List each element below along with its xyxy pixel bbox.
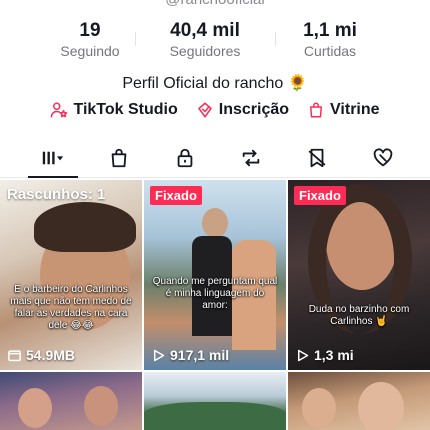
subscription-link[interactable]: Inscrição (196, 101, 289, 119)
video-tile-pinned-1[interactable]: Fixado Quando me perguntam qual é minha … (144, 180, 286, 370)
profile-stats: 19 Seguindo 40,4 mil Seguidores 1,1 mi C… (0, 20, 430, 60)
pinned-badge: Fixado (294, 186, 346, 205)
thumbnail-hair (34, 202, 136, 252)
video-tile[interactable] (0, 372, 142, 430)
thumbnail-subject (18, 388, 52, 428)
tab-liked[interactable] (350, 138, 416, 177)
draft-size: 54.9MB (26, 347, 76, 363)
repost-icon (242, 149, 260, 166)
stat-following-label: Seguindo (60, 43, 120, 59)
tab-shop[interactable] (86, 138, 152, 177)
play-icon (298, 349, 309, 361)
view-count: 1,3 mi (314, 347, 354, 363)
liked-icon (373, 147, 393, 166)
video-grid: Rascunhos: 1 E o barbeiro do Carlinhos m… (0, 180, 430, 430)
videos-grid-icon (42, 151, 64, 164)
drafts-label: Rascunhos: 1 (7, 186, 106, 203)
video-meta: 917,1 mil (151, 347, 229, 363)
profile-links: TikTok Studio Inscrição Vitrine (0, 101, 430, 119)
video-tile[interactable] (144, 372, 286, 430)
thumbnail-subject (202, 208, 228, 238)
thumbnail-subject (358, 382, 404, 430)
stat-followers[interactable]: 40,4 mil Seguidores (135, 20, 275, 60)
tiktok-studio-label: TikTok Studio (73, 101, 178, 118)
stat-likes[interactable]: 1,1 mi Curtidas (275, 20, 385, 60)
video-tile[interactable] (288, 372, 430, 430)
thumbnail-subject (302, 388, 336, 428)
thumbnail-trees (144, 402, 286, 430)
subscription-icon (198, 102, 212, 118)
subscription-label: Inscrição (218, 101, 290, 118)
user-star-icon (51, 102, 68, 118)
showcase-link[interactable]: Vitrine (307, 101, 380, 119)
tab-favorites[interactable] (284, 138, 350, 177)
video-caption: Duda no barzinho com Carlinhos 🤘 (308, 304, 410, 327)
video-meta: 1,3 mi (295, 347, 354, 363)
video-tile-drafts[interactable]: Rascunhos: 1 E o barbeiro do Carlinhos m… (0, 180, 142, 370)
shopping-bag-icon (310, 102, 323, 118)
tiktok-studio-link[interactable]: TikTok Studio (50, 101, 178, 119)
stat-following[interactable]: 19 Seguindo (45, 20, 135, 60)
tab-videos[interactable] (20, 138, 86, 178)
stat-followers-label: Seguidores (169, 43, 241, 59)
profile-handle: @ranchooficial (0, 0, 430, 8)
view-count: 917,1 mil (170, 347, 230, 363)
play-icon (154, 349, 165, 361)
tab-private[interactable] (152, 138, 218, 177)
video-tile-pinned-2[interactable]: Fixado Duda no barzinho com Carlinhos 🤘 … (288, 180, 430, 370)
stat-followers-value: 40,4 mil (170, 20, 240, 41)
stat-following-value: 19 (79, 20, 101, 41)
lock-icon (177, 148, 193, 167)
thumbnail-subject (84, 386, 118, 426)
video-meta: 54.9MB (7, 347, 75, 363)
profile-bio: Perfil Oficial do rancho 🌻 (122, 75, 308, 92)
video-caption: E o barbeiro do Carlinhos mais que não t… (10, 284, 132, 331)
pinned-badge: Fixado (150, 186, 202, 205)
showcase-label: Vitrine (330, 101, 380, 118)
favorites-icon (308, 148, 326, 167)
stat-likes-label: Curtidas (303, 43, 357, 59)
tab-reposts[interactable] (218, 138, 284, 177)
folder-icon (8, 349, 21, 361)
profile-tabs (0, 138, 430, 178)
shop-icon (111, 148, 127, 167)
stat-likes-value: 1,1 mi (303, 20, 357, 41)
video-caption: Quando me perguntam qual é minha linguag… (152, 276, 278, 311)
